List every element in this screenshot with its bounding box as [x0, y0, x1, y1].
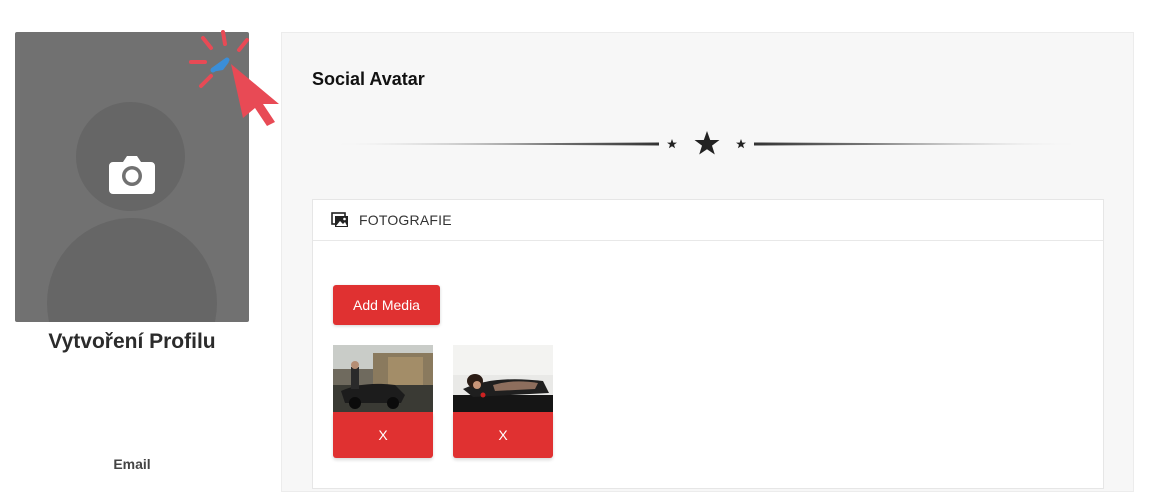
photos-section-title: FOTOGRAFIE — [359, 212, 452, 228]
thumbnail-image[interactable] — [333, 345, 433, 412]
panel-title: Social Avatar — [312, 69, 425, 89]
star-icon — [667, 131, 746, 155]
remove-thumbnail-button[interactable]: X — [453, 412, 553, 458]
photos-icon — [331, 212, 348, 227]
remove-thumbnail-button[interactable]: X — [333, 412, 433, 458]
email-label: Email — [113, 456, 151, 472]
photos-section: FOTOGRAFIE Add Media X X — [312, 199, 1104, 489]
avatar-silhouette-body — [47, 218, 217, 322]
add-media-button[interactable]: Add Media — [333, 285, 440, 325]
click-cursor-icon — [189, 30, 279, 126]
camera-icon[interactable] — [107, 152, 157, 196]
star-divider — [332, 131, 1082, 155]
profile-title: Vytvoření Profilu — [48, 330, 216, 353]
media-thumbnail: X — [333, 345, 433, 458]
media-thumbnail: X — [453, 345, 553, 458]
photos-section-header: FOTOGRAFIE — [313, 200, 1103, 241]
thumbnail-image[interactable] — [453, 345, 553, 412]
social-avatar-panel: Social Avatar FOTOGRAFIE Add Media X X — [281, 32, 1134, 492]
